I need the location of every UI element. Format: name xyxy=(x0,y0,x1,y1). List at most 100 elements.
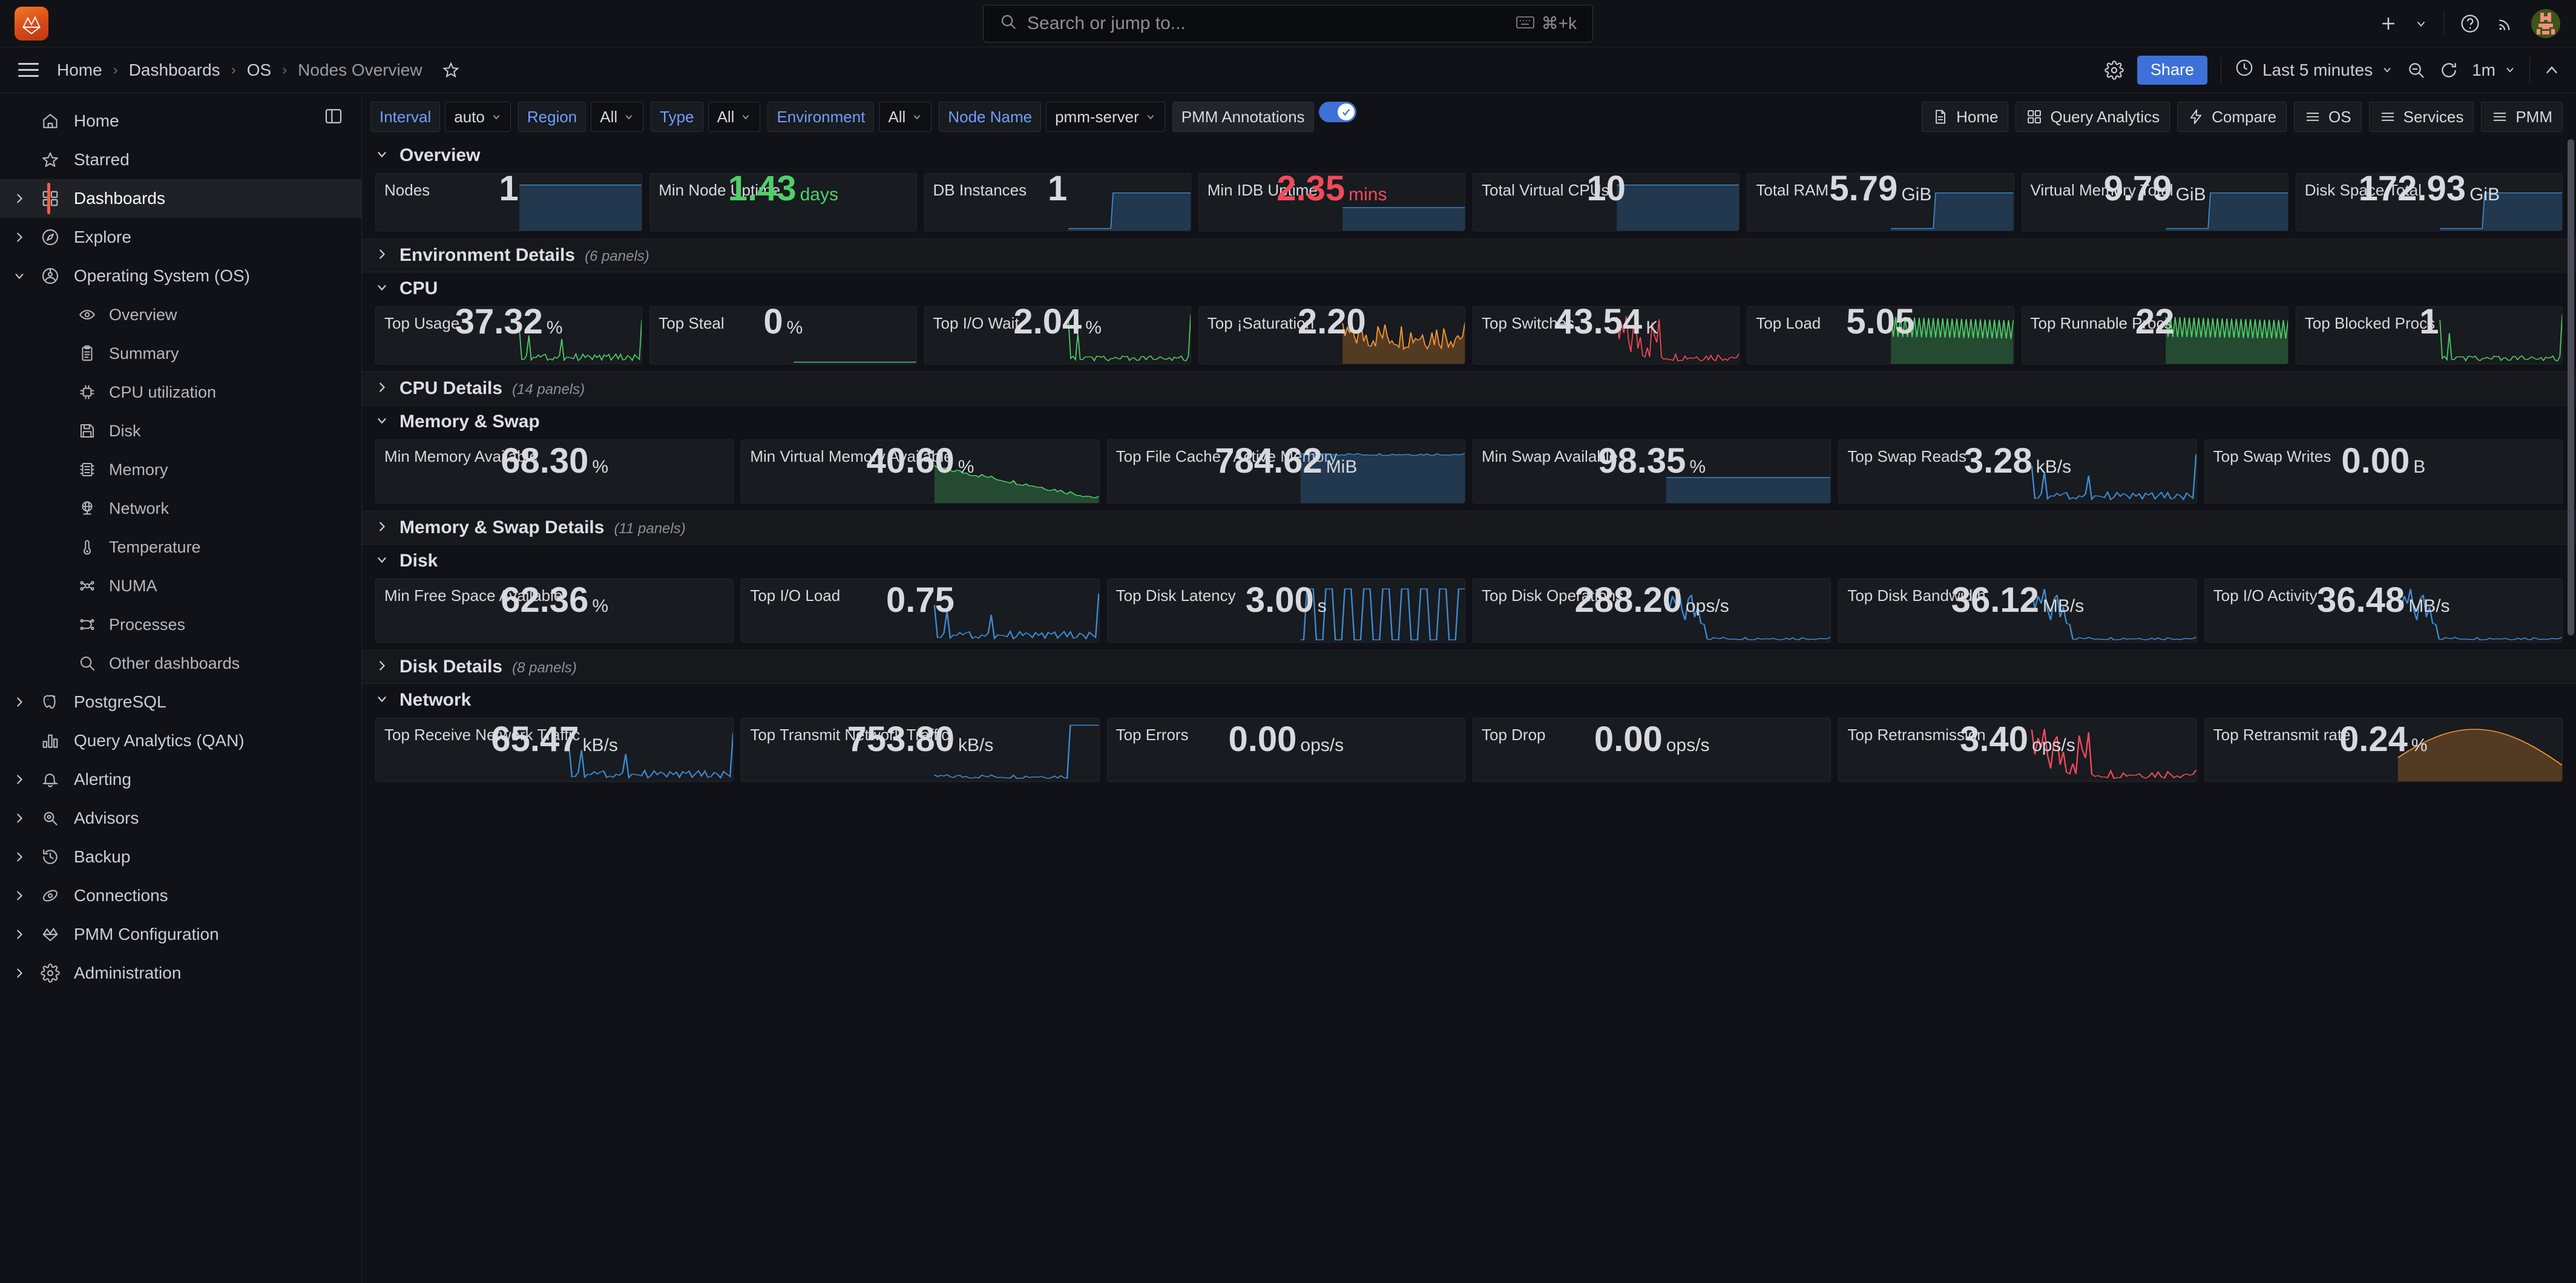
dashboard-link-home[interactable]: Home xyxy=(1922,102,2009,132)
stat-panel-top-disk-bandwidth[interactable]: Top Disk Bandwidth 36.12 MB/s xyxy=(1838,579,2197,643)
breadcrumb-item-home[interactable]: Home xyxy=(57,61,102,80)
breadcrumb-item-os[interactable]: OS xyxy=(247,61,271,80)
sidebar-item-administration[interactable]: Administration xyxy=(0,954,361,993)
dashboard-link-pmm[interactable]: PMM xyxy=(2481,102,2563,132)
stat-panel-top-transmit-network-traffic[interactable]: Top Transmit Network Traffic 753.80 kB/s xyxy=(741,718,1100,782)
global-search[interactable]: Search or jump to... ⌘+k xyxy=(983,4,1593,42)
stat-panel-top-errors[interactable]: Top Errors 0.00 ops/s xyxy=(1106,718,1465,782)
chevron-right-icon[interactable] xyxy=(375,520,389,537)
sidebar-item-other-dashboards[interactable]: Other dashboards xyxy=(0,644,361,683)
stat-panel-virtual-memory-total[interactable]: Virtual Memory Total 9.79 GiB xyxy=(2021,173,2288,231)
sidebar-item-numa[interactable]: NUMA xyxy=(0,566,361,605)
chevron-right-icon[interactable] xyxy=(375,659,389,676)
stat-panel-top-disk-latency[interactable]: Top Disk Latency 3.00 s xyxy=(1106,579,1465,643)
stat-panel-top-file-cache-active-memory[interactable]: Top File Cache / Active Memory 784.62 MiB xyxy=(1106,439,1465,504)
stat-panel-db-instances[interactable]: DB Instances 1 xyxy=(924,173,1191,231)
stat-panel-top-i-o-wait[interactable]: Top I/O Wait 2.04% xyxy=(924,306,1191,364)
row-header-disk[interactable]: Disk xyxy=(362,545,2576,579)
stat-panel-total-virtual-cpus[interactable]: Total Virtual CPUs 10 xyxy=(1473,173,1740,231)
pmm-annotations-toggle[interactable] xyxy=(1318,102,1356,122)
sidebar-item-query-analytics-qan[interactable]: Query Analytics (QAN) xyxy=(0,721,361,760)
dashboard-link-query-analytics[interactable]: Query Analytics xyxy=(2016,102,2170,132)
breadcrumb-item-nodes-overview[interactable]: Nodes Overview xyxy=(298,61,422,80)
chevron-down-icon[interactable] xyxy=(375,148,389,165)
chevron-right-icon[interactable] xyxy=(6,192,33,205)
sidebar-item-alerting[interactable]: Alerting xyxy=(0,760,361,799)
chevron-right-icon[interactable] xyxy=(375,381,389,398)
plus-icon[interactable] xyxy=(2378,13,2399,34)
refresh-icon[interactable] xyxy=(2439,61,2459,80)
stat-panel-top-switches[interactable]: Top Switches 43.54 K xyxy=(1473,306,1740,364)
chevron-right-icon[interactable] xyxy=(6,928,33,941)
stat-panel-top-saturation[interactable]: Top ¡Saturation 2.20 xyxy=(1198,306,1465,364)
chevron-down-icon[interactable] xyxy=(375,414,389,431)
sidebar-item-home[interactable]: Home xyxy=(0,102,361,140)
row-header-memory-swap-details[interactable]: Memory & Swap Details (11 panels) xyxy=(362,511,2576,545)
news-rss-icon[interactable] xyxy=(2496,14,2515,33)
chevron-up-icon[interactable] xyxy=(2543,62,2560,79)
stat-panel-top-swap-writes[interactable]: Top Swap Writes 0.00 B xyxy=(2204,439,2563,504)
sidebar-item-postgresql[interactable]: PostgreSQL xyxy=(0,683,361,721)
stat-panel-top-runnable-procs[interactable]: Top Runnable Procs 22 xyxy=(2021,306,2288,364)
share-button[interactable]: Share xyxy=(2137,55,2207,85)
stat-panel-disk-space-total[interactable]: Disk Space Total 172.93 GiB xyxy=(2295,173,2563,231)
stat-panel-min-memory-available[interactable]: Min Memory Available 68.30% xyxy=(375,439,734,504)
chevron-right-icon[interactable] xyxy=(6,812,33,825)
chevron-down-icon[interactable] xyxy=(6,269,33,283)
stat-panel-min-node-uptime[interactable]: Min Node Uptime 1.43 days xyxy=(649,173,917,231)
variable-select-region[interactable]: All xyxy=(591,102,644,132)
sidebar-item-overview[interactable]: Overview xyxy=(0,295,361,334)
vertical-scrollbar[interactable] xyxy=(2568,93,2574,1283)
row-header-cpu[interactable]: CPU xyxy=(362,272,2576,306)
time-range-picker[interactable]: Last 5 minutes xyxy=(2235,58,2393,82)
dashboard-link-services[interactable]: Services xyxy=(2368,102,2474,132)
stat-panel-top-load[interactable]: Top Load 5.05 xyxy=(1747,306,2014,364)
sidebar-item-processes[interactable]: Processes xyxy=(0,605,361,644)
chevron-down-icon[interactable] xyxy=(375,692,389,709)
sidebar-item-pmm-configuration[interactable]: PMM Configuration xyxy=(0,915,361,954)
sidebar-item-advisors[interactable]: Advisors xyxy=(0,799,361,838)
refresh-interval-picker[interactable]: 1m xyxy=(2472,61,2516,80)
search-input[interactable]: Search or jump to... ⌘+k xyxy=(983,4,1593,42)
chevron-right-icon[interactable] xyxy=(6,889,33,902)
sidebar-item-starred[interactable]: Starred xyxy=(0,140,361,179)
sidebar-item-connections[interactable]: Connections xyxy=(0,876,361,915)
scrollbar-thumb[interactable] xyxy=(2568,139,2574,635)
row-header-network[interactable]: Network xyxy=(362,684,2576,718)
sidebar-item-explore[interactable]: Explore xyxy=(0,218,361,257)
stat-panel-min-free-space-available[interactable]: Min Free Space Available 62.36% xyxy=(375,579,734,643)
chevron-right-icon[interactable] xyxy=(6,231,33,244)
stat-panel-total-ram[interactable]: Total RAM 5.79 GiB xyxy=(1747,173,2014,231)
chevron-right-icon[interactable] xyxy=(6,773,33,786)
stat-panel-min-swap-available[interactable]: Min Swap Available 98.35% xyxy=(1472,439,1832,504)
dashboard-link-compare[interactable]: Compare xyxy=(2177,102,2287,132)
stat-panel-top-i-o-load[interactable]: Top I/O Load 0.75 xyxy=(741,579,1100,643)
stat-panel-top-usage[interactable]: Top Usage 37.32% xyxy=(375,306,643,364)
chevron-right-icon[interactable] xyxy=(6,695,33,709)
stat-panel-top-retransmission[interactable]: Top Retransmission 3.40 ops/s xyxy=(1838,718,2197,782)
stat-panel-top-drop[interactable]: Top Drop 0.00 ops/s xyxy=(1472,718,1832,782)
row-header-overview[interactable]: Overview xyxy=(362,139,2576,173)
help-circle-icon[interactable] xyxy=(2460,13,2480,34)
chevron-down-icon[interactable] xyxy=(375,281,389,298)
gear-icon[interactable] xyxy=(2104,60,2124,80)
stat-panel-top-retransmit-rate[interactable]: Top Retransmit rate 0.24% xyxy=(2204,718,2563,782)
sidebar-item-summary[interactable]: Summary xyxy=(0,334,361,373)
variable-select-environment[interactable]: All xyxy=(879,102,932,132)
variable-select-interval[interactable]: auto xyxy=(445,102,511,132)
star-outline-icon[interactable] xyxy=(442,61,460,79)
stat-panel-nodes[interactable]: Nodes 1 xyxy=(375,173,643,231)
chevron-right-icon[interactable] xyxy=(375,248,389,264)
variable-select-type[interactable]: All xyxy=(708,102,761,132)
sidebar-item-temperature[interactable]: Temperature xyxy=(0,528,361,566)
variable-select-node-name[interactable]: pmm-server xyxy=(1046,102,1165,132)
row-header-cpu-details[interactable]: CPU Details (14 panels) xyxy=(362,372,2576,405)
stat-panel-top-disk-operations[interactable]: Top Disk Operations 288.20 ops/s xyxy=(1472,579,1832,643)
zoom-out-icon[interactable] xyxy=(2407,61,2426,80)
sidebar-item-dashboards[interactable]: Dashboards xyxy=(0,179,361,218)
row-header-environment-details[interactable]: Environment Details (6 panels) xyxy=(362,238,2576,272)
chevron-right-icon[interactable] xyxy=(6,850,33,864)
dashboard-link-os[interactable]: OS xyxy=(2294,102,2362,132)
stat-panel-top-steal[interactable]: Top Steal 0% xyxy=(649,306,917,364)
stat-panel-top-i-o-activity[interactable]: Top I/O Activity 36.48 MB/s xyxy=(2204,579,2563,643)
